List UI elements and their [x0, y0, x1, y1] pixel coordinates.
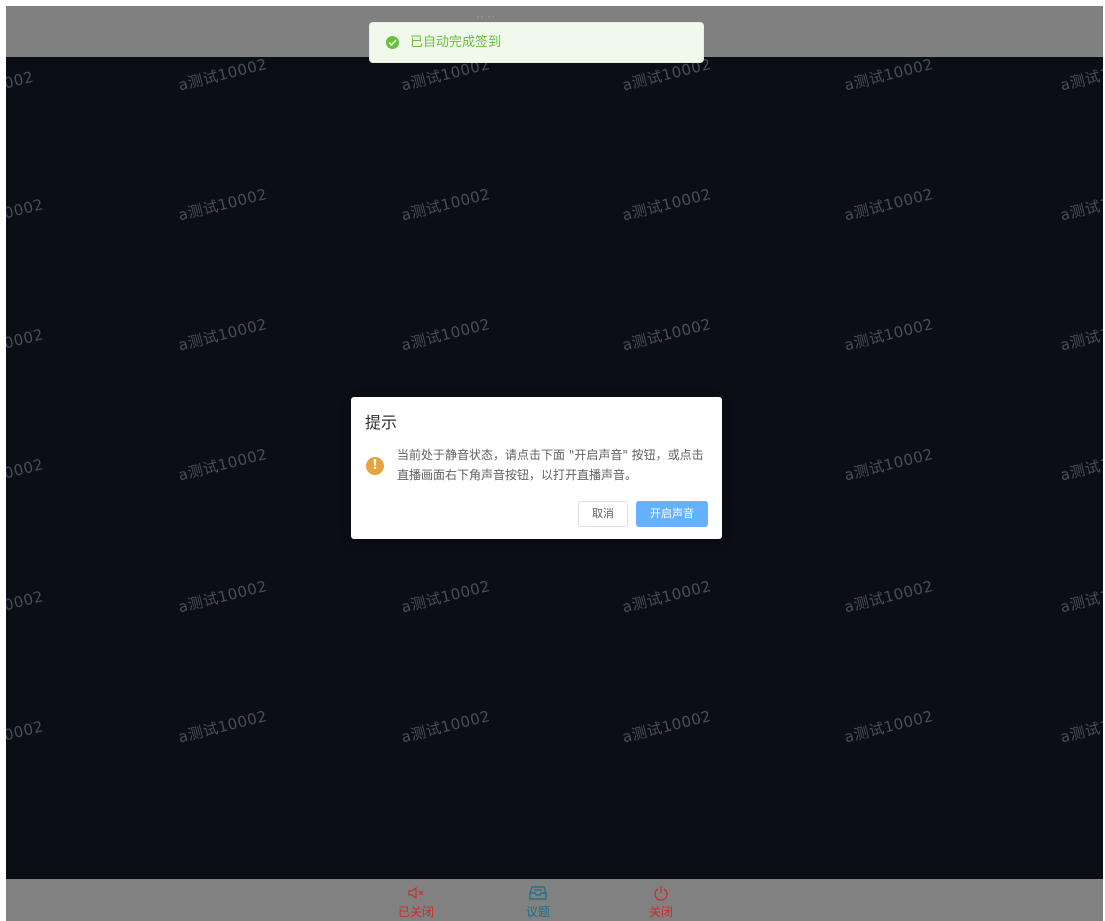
watermark-text: a测试10002	[176, 444, 270, 485]
warning-icon: !	[366, 457, 384, 475]
cancel-button[interactable]: 取消	[578, 501, 628, 527]
watermark-text: a测试1	[1058, 64, 1103, 95]
mute-toggle-button[interactable]: 已关闭	[386, 885, 446, 921]
watermark-text: a测试10002	[176, 57, 270, 95]
enable-sound-button[interactable]: 开启声音	[636, 501, 708, 527]
watermark-text: a测试1	[1058, 454, 1103, 485]
watermark-text: 0002	[6, 325, 46, 353]
watermark-text: a测试10002	[620, 314, 714, 355]
topics-tray-icon	[508, 885, 568, 905]
watermark-text: a测试10002	[842, 184, 936, 225]
toast-message: 已自动完成签到	[410, 35, 502, 50]
close-label: 关闭	[648, 905, 673, 919]
speaker-muted-icon	[386, 885, 446, 905]
watermark-text: 0002	[6, 717, 46, 745]
success-check-icon	[386, 36, 399, 49]
watermark-text: a测试10002	[399, 184, 493, 225]
watermark-text: a测试1	[1058, 324, 1103, 355]
watermark-text: a测试10002	[176, 706, 270, 747]
watermark-text: 0002	[6, 195, 46, 223]
dialog-title: 提示	[365, 413, 398, 432]
watermark-text: a测试10002	[620, 184, 714, 225]
watermark-text: a测试10002	[176, 184, 270, 225]
topics-label: 议题	[525, 905, 550, 919]
watermark-text: 0002	[6, 587, 46, 615]
watermark-text: a测试10002	[842, 444, 936, 485]
watermark-text: 002	[6, 67, 36, 93]
watermark-text: a测试10002	[399, 706, 493, 747]
watermark-text: a测试1	[1058, 586, 1103, 617]
watermark-text: a测试10002	[620, 706, 714, 747]
success-toast: 已自动完成签到	[369, 22, 704, 63]
power-icon	[631, 885, 691, 905]
bottom-control-bar: 已关闭 议题 关闭	[6, 879, 1103, 921]
watermark-text: a测试10002	[842, 314, 936, 355]
watermark-text: a测试10002	[842, 706, 936, 747]
watermark-text: a测试10002	[176, 576, 270, 617]
watermark-text: a测试10002	[399, 314, 493, 355]
watermark-text: a测试1	[1058, 716, 1103, 747]
topics-button[interactable]: 议题	[508, 885, 568, 921]
watermark-text: a测试10002	[842, 576, 936, 617]
close-button[interactable]: 关闭	[631, 885, 691, 921]
mute-notice-dialog: 提示 ! 当前处于静音状态，请点击下面 "开启声音" 按钮，或点击直播画面右下角…	[351, 397, 722, 539]
watermark-text: 0002	[6, 455, 46, 483]
watermark-text: a测试10002	[399, 576, 493, 617]
dialog-message: 当前处于静音状态，请点击下面 "开启声音" 按钮，或点击直播画面右下角声音按钮，…	[397, 448, 704, 482]
watermark-text: a测试1	[1058, 194, 1103, 225]
mute-toggle-label: 已关闭	[397, 905, 434, 919]
watermark-text: a测试10002	[176, 314, 270, 355]
watermark-text: a测试10002	[842, 57, 936, 95]
watermark-text: a测试10002	[620, 576, 714, 617]
